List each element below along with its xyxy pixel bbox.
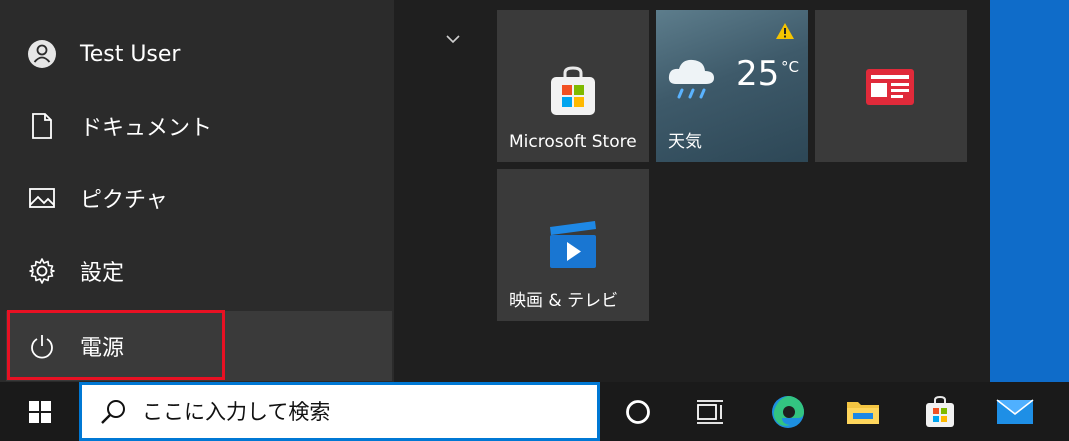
rain-cloud-icon: [666, 54, 718, 108]
rail-item-documents[interactable]: ドキュメント: [6, 91, 392, 161]
desktop-background: [990, 0, 1069, 382]
weather-unit: °C: [781, 58, 799, 76]
weather-temperature: 25: [736, 54, 780, 94]
movies-play-icon: [547, 219, 599, 275]
mail-button[interactable]: [986, 382, 1044, 441]
cortana-button[interactable]: [609, 382, 667, 441]
mail-icon: [996, 398, 1034, 424]
document-icon: [18, 102, 66, 150]
user-avatar-icon: [18, 30, 66, 78]
power-highlight-frame: [7, 310, 225, 380]
start-left-rail: Test User ドキュメント ピクチャ 設定 電源: [0, 0, 394, 382]
search-input[interactable]: [140, 392, 584, 431]
edge-button[interactable]: [759, 382, 817, 441]
rail-item-pictures[interactable]: ピクチャ: [6, 163, 392, 233]
tile-microsoft-store-label: Microsoft Store: [509, 132, 637, 152]
edge-browser-icon: [772, 395, 804, 428]
rail-item-settings-label: 設定: [80, 261, 125, 286]
cortana-circle-icon: [626, 399, 650, 424]
search-icon: [101, 399, 125, 424]
user-name: Test User: [80, 41, 181, 67]
rail-item-documents-label: ドキュメント: [80, 116, 213, 141]
task-view-button[interactable]: [681, 382, 739, 441]
tile-weather-label: 天気: [668, 132, 702, 152]
start-menu: Test User ドキュメント ピクチャ 設定 電源 Microsoft St…: [0, 0, 990, 382]
rail-item-pictures-label: ピクチャ: [80, 188, 168, 213]
tile-movies-tv[interactable]: 映画 & テレビ: [497, 169, 649, 321]
tile-microsoft-store[interactable]: Microsoft Store: [497, 10, 649, 162]
rail-item-settings[interactable]: 設定: [6, 236, 392, 306]
warning-icon: [775, 22, 795, 44]
windows-logo-icon: [28, 400, 51, 423]
file-explorer-button[interactable]: [834, 382, 892, 441]
store-bag-icon: [548, 65, 598, 121]
user-account-item[interactable]: Test User: [6, 19, 392, 89]
taskbar: [0, 382, 1069, 441]
tile-news[interactable]: [815, 10, 967, 162]
picture-icon: [18, 174, 66, 222]
chevron-down-icon[interactable]: [444, 30, 462, 48]
tile-weather[interactable]: 25 °C 天気: [656, 10, 808, 162]
gear-icon: [18, 247, 66, 295]
start-button[interactable]: [0, 382, 79, 441]
store-bag-icon: [926, 395, 954, 427]
news-icon: [865, 68, 915, 110]
store-taskbar-button[interactable]: [911, 382, 969, 441]
task-view-icon: [697, 399, 723, 424]
taskbar-search-box[interactable]: [79, 382, 600, 441]
tile-movies-tv-label: 映画 & テレビ: [509, 291, 619, 311]
folder-icon: [847, 401, 879, 424]
